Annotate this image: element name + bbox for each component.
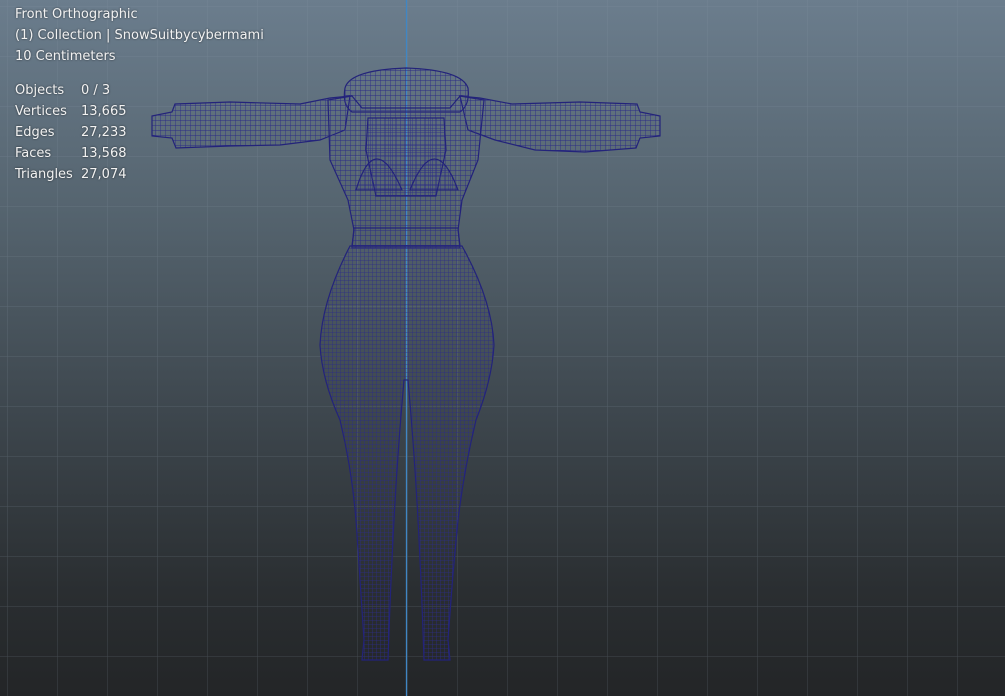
viewport-info-overlay: Front Orthographic (1) Collection | Snow… (15, 4, 264, 185)
stat-label: Triangles (15, 167, 73, 182)
stat-edges: Edges 27,233 (15, 122, 264, 143)
stat-faces: Faces 13,568 (15, 143, 264, 164)
stat-triangles: Triangles 27,074 (15, 164, 264, 185)
stat-value: 13,568 (81, 146, 127, 161)
stat-label: Faces (15, 146, 52, 161)
stat-value: 27,074 (81, 167, 127, 182)
stat-value: 0 / 3 (81, 83, 111, 98)
grid-scale-label: 10 Centimeters (15, 49, 116, 64)
collection-label: (1) Collection | SnowSuitbycybermami (15, 28, 264, 43)
view-name-label: Front Orthographic (15, 7, 138, 22)
stat-objects: Objects 0 / 3 (15, 80, 264, 101)
stat-label: Edges (15, 125, 55, 140)
stat-vertices: Vertices 13,665 (15, 101, 264, 122)
stat-value: 27,233 (81, 125, 127, 140)
stat-value: 13,665 (81, 104, 127, 119)
scene-statistics: Objects 0 / 3 Vertices 13,665 Edges 27,2… (15, 80, 264, 185)
stat-label: Vertices (15, 104, 67, 119)
stat-label: Objects (15, 83, 65, 98)
